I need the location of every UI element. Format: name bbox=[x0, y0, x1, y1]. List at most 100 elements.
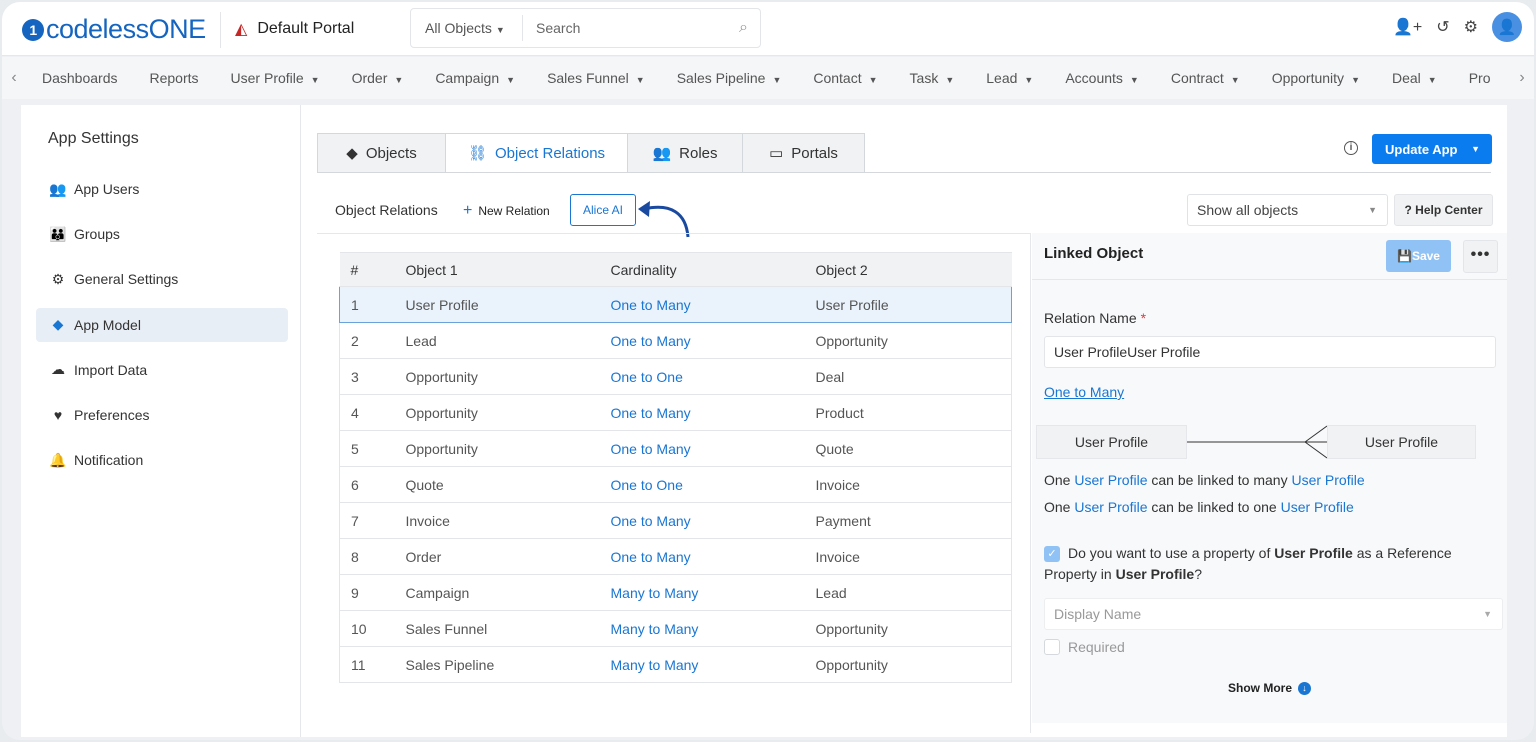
table-cell[interactable]: One to Many bbox=[610, 538, 816, 575]
nav-item[interactable]: Sales Pipeline ▼ bbox=[677, 70, 782, 86]
tab[interactable]: 👥 Roles bbox=[627, 133, 743, 173]
tab[interactable]: ⛓ Object Relations bbox=[445, 133, 628, 173]
table-cell[interactable]: One to Many bbox=[610, 286, 816, 323]
required-checkbox[interactable]: Required bbox=[1044, 639, 1125, 655]
logo[interactable]: 1 codelessONE bbox=[22, 14, 206, 45]
table-cell[interactable]: One to One bbox=[610, 466, 816, 503]
table-cell[interactable]: One to Many bbox=[610, 502, 816, 539]
caret-down-icon: ▼ bbox=[310, 75, 320, 85]
sidebar-item[interactable]: 👪 Groups bbox=[36, 217, 288, 251]
object-link[interactable]: User Profile bbox=[1074, 472, 1147, 488]
sidebar-item[interactable]: 👥 App Users bbox=[36, 172, 288, 206]
table-cell[interactable]: Many to Many bbox=[610, 646, 816, 683]
table-cell[interactable]: One to Many bbox=[610, 430, 816, 467]
text: User Profile bbox=[1274, 545, 1353, 561]
portal-selector[interactable]: ◭ Default Portal bbox=[235, 19, 354, 39]
nav-item[interactable]: Pro bbox=[1469, 70, 1491, 86]
table-cell[interactable]: Many to Many bbox=[610, 610, 816, 647]
checkbox-box[interactable] bbox=[1044, 639, 1060, 655]
main-nav: ‹ Dashboards Reports User Profile ▼ Order ▼ Ca… bbox=[2, 57, 1534, 99]
new-relation-button[interactable]: + New Relation bbox=[463, 202, 550, 220]
save-button[interactable]: 💾 Save bbox=[1386, 240, 1451, 272]
table-cell[interactable]: One to Many bbox=[610, 394, 816, 431]
nav-item[interactable]: Dashboards bbox=[42, 70, 118, 86]
nav-item[interactable]: Deal ▼ bbox=[1392, 70, 1437, 86]
table-cell[interactable]: One to One bbox=[610, 358, 816, 395]
nav-scroll-right-icon[interactable]: › bbox=[1510, 57, 1534, 99]
nav-item[interactable]: Lead ▼ bbox=[986, 70, 1033, 86]
table-row[interactable]: 8 Order One to Many Invoice bbox=[339, 538, 1012, 575]
cardinality-link[interactable]: One to Many bbox=[1044, 384, 1124, 400]
object-link[interactable]: User Profile bbox=[1074, 499, 1147, 515]
nav-item[interactable]: Accounts ▼ bbox=[1065, 70, 1139, 86]
table-row[interactable]: 10 Sales Funnel Many to Many Opportunity bbox=[339, 610, 1012, 647]
nav-item[interactable]: Reports bbox=[150, 70, 199, 86]
sidebar-item-label: Notification bbox=[74, 452, 144, 469]
show-more-button[interactable]: Show More ↓ bbox=[1228, 681, 1312, 695]
info-icon[interactable]: i bbox=[1344, 141, 1358, 155]
nav-item-label: Task bbox=[909, 70, 939, 86]
gear-icon[interactable]: ⚙ bbox=[1464, 17, 1478, 37]
sidebar-item[interactable]: ♥ Preferences bbox=[36, 398, 288, 432]
nav-item[interactable]: Sales Funnel ▼ bbox=[547, 70, 645, 86]
reference-property-checkbox[interactable]: ✓ bbox=[1044, 546, 1060, 562]
nav-item-label: Reports bbox=[149, 70, 199, 86]
sidebar-item[interactable]: ◆ App Model bbox=[36, 307, 288, 342]
caret-down-icon[interactable]: ▼ bbox=[1471, 144, 1480, 154]
tab[interactable]: ◆ Objects bbox=[317, 133, 446, 173]
table-row[interactable]: 4 Opportunity One to Many Product bbox=[339, 394, 1012, 431]
table-cell: Invoice bbox=[405, 502, 611, 539]
required-label: Required bbox=[1068, 639, 1125, 655]
object-link[interactable]: User Profile bbox=[1291, 472, 1364, 488]
relation-sentence-1: One User Profile can be linked to many U… bbox=[1044, 472, 1365, 488]
relation-name-input[interactable]: User ProfileUser Profile bbox=[1044, 336, 1496, 368]
table-row[interactable]: 1 User Profile One to Many User Profile bbox=[339, 286, 1012, 323]
sidebar-item[interactable]: ☁ Import Data bbox=[36, 353, 288, 387]
nav-item[interactable]: Contact ▼ bbox=[813, 70, 877, 86]
update-app-button[interactable]: Update App ▼ bbox=[1372, 134, 1492, 164]
table-row[interactable]: 6 Quote One to One Invoice bbox=[339, 466, 1012, 503]
table-row[interactable]: 9 Campaign Many to Many Lead bbox=[339, 574, 1012, 611]
nav-item[interactable]: User Profile ▼ bbox=[231, 70, 320, 86]
nav-item[interactable]: Task ▼ bbox=[910, 70, 955, 86]
table-cell: 5 bbox=[339, 430, 406, 467]
nav-item[interactable]: Opportunity ▼ bbox=[1272, 70, 1360, 86]
help-center-button[interactable]: ? Help Center bbox=[1394, 194, 1493, 226]
nav-item[interactable]: Campaign ▼ bbox=[435, 70, 515, 86]
app-window: 1 codelessONE ◭ Default Portal All Objects… bbox=[2, 2, 1534, 740]
object-filter-select[interactable]: Show all objects ▼ bbox=[1187, 194, 1388, 226]
avatar[interactable]: 👤 bbox=[1492, 12, 1522, 42]
table-row[interactable]: 3 Opportunity One to One Deal bbox=[339, 358, 1012, 395]
sidebar-item[interactable]: 🔔 Notification bbox=[36, 443, 288, 477]
table-cell: Sales Pipeline bbox=[405, 646, 611, 683]
nav-item-label: Order bbox=[351, 70, 388, 86]
search-input[interactable]: Search bbox=[523, 20, 739, 36]
sidebar-item[interactable]: ⚙ General Settings bbox=[36, 262, 288, 296]
table-cell[interactable]: One to Many bbox=[610, 322, 816, 359]
alice-ai-button[interactable]: Alice AI bbox=[570, 194, 636, 226]
history-icon[interactable]: ↺ bbox=[1436, 17, 1449, 37]
table-row[interactable]: 7 Invoice One to Many Payment bbox=[339, 502, 1012, 539]
search-scope-select[interactable]: All Objects ▼ bbox=[411, 15, 523, 41]
nav-item[interactable]: Order ▼ bbox=[352, 70, 404, 86]
search-icon[interactable]: ⌕ bbox=[739, 19, 748, 37]
nav-item[interactable]: Contract ▼ bbox=[1171, 70, 1240, 86]
tab-label: Roles bbox=[679, 144, 718, 162]
new-relation-label: New Relation bbox=[478, 204, 550, 218]
settings-card: App Settings 👥 App Users 👪 Groups ⚙ General S… bbox=[21, 105, 1507, 737]
object-link[interactable]: User Profile bbox=[1281, 499, 1354, 515]
logo-text: codelessONE bbox=[46, 14, 206, 44]
table-cell[interactable]: Many to Many bbox=[610, 574, 816, 611]
table-row[interactable]: 5 Opportunity One to Many Quote bbox=[339, 430, 1012, 467]
tab[interactable]: ▭ Portals bbox=[742, 133, 865, 173]
display-name-select[interactable]: Display Name ▼ bbox=[1044, 598, 1503, 630]
add-user-icon[interactable]: 👤+ bbox=[1393, 17, 1422, 37]
nav-scroll-left-icon[interactable]: ‹ bbox=[2, 69, 26, 87]
table-cell: 10 bbox=[339, 610, 406, 647]
caret-down-icon: ▼ bbox=[495, 25, 505, 35]
relations-table: # Object 1 Cardinality Object 2 1 User Profi… bbox=[339, 252, 1012, 683]
more-options-button[interactable]: ••• bbox=[1463, 240, 1498, 273]
table-row[interactable]: 11 Sales Pipeline Many to Many Opportunity bbox=[339, 646, 1012, 683]
caret-down-icon: ▼ bbox=[1427, 75, 1437, 85]
table-row[interactable]: 2 Lead One to Many Opportunity bbox=[339, 322, 1012, 359]
